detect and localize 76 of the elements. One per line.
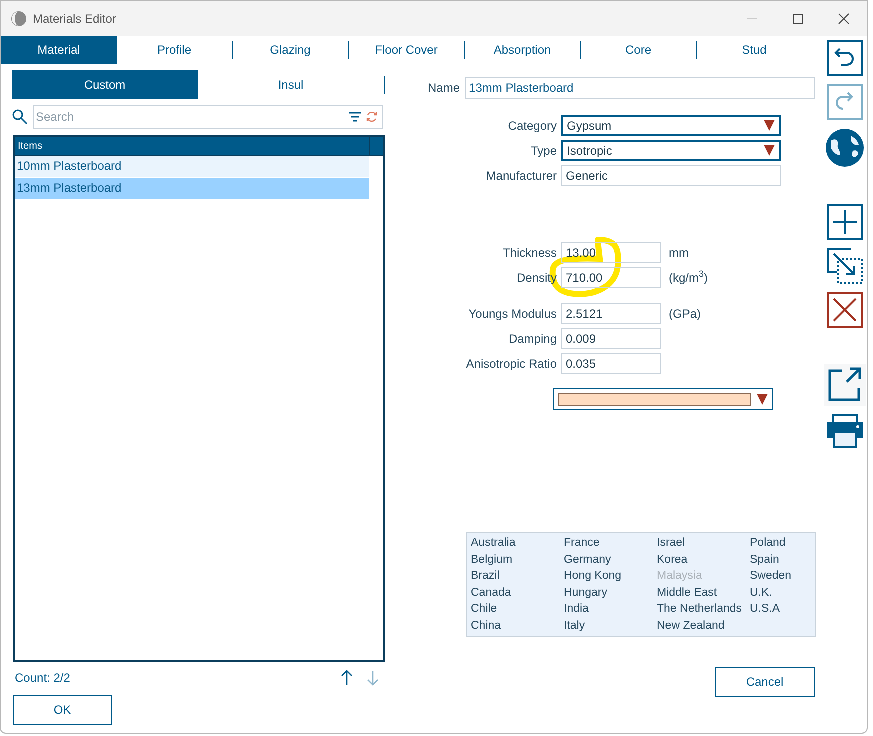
dropdown[interactable]: Gypsum xyxy=(561,115,781,136)
text-field[interactable]: Generic xyxy=(561,165,781,186)
dropdown-arrow-icon xyxy=(764,120,775,131)
column-header: Items xyxy=(17,140,44,154)
undo-icon[interactable] xyxy=(826,40,863,76)
refresh-icon[interactable] xyxy=(366,111,378,123)
search-field[interactable]: Search xyxy=(36,108,349,126)
country-item[interactable]: Israel xyxy=(657,535,750,552)
copy-icon[interactable] xyxy=(826,248,863,284)
country-item[interactable]: Canada xyxy=(471,584,564,601)
unit-label: (GPa) xyxy=(669,306,702,322)
cancel-button[interactable]: Cancel xyxy=(715,667,815,697)
list-item[interactable]: 10mm Plasterboard xyxy=(15,156,369,177)
number-field[interactable]: 2.5121 xyxy=(561,303,661,324)
tab[interactable]: Floor Cover xyxy=(349,36,464,64)
search-icon xyxy=(12,109,28,125)
tab[interactable]: Absorption xyxy=(465,36,580,64)
country-item[interactable]: France xyxy=(564,535,657,552)
country-item[interactable]: The Netherlands xyxy=(657,601,750,618)
country-item[interactable]: Hungary xyxy=(564,584,657,601)
country-item[interactable]: New Zealand xyxy=(657,618,750,634)
tab[interactable]: Stud xyxy=(697,36,812,64)
country-item[interactable]: U.K. xyxy=(750,584,811,601)
delete-icon[interactable] xyxy=(826,292,863,328)
number-field[interactable]: 0.035 xyxy=(561,353,661,374)
number-field[interactable]: 0.009 xyxy=(561,328,661,349)
unit-label: mm xyxy=(669,244,689,262)
field-label: Type xyxy=(530,142,557,160)
field-label: Manufacturer xyxy=(486,168,557,184)
tab[interactable]: Glazing xyxy=(233,36,348,64)
country-item[interactable]: Australia xyxy=(471,535,564,552)
country-item[interactable]: U.S.A xyxy=(750,601,811,618)
color-dropdown[interactable] xyxy=(553,388,773,410)
country-item[interactable]: Belgium xyxy=(471,552,564,568)
number-field[interactable]: 13.00 xyxy=(561,242,661,263)
field-label: Anisotropic Ratio xyxy=(466,356,557,372)
unit-label: (kg/m$^{3}$) xyxy=(669,268,708,286)
globe-icon[interactable] xyxy=(824,128,865,168)
country-item[interactable]: Sweden xyxy=(750,568,811,584)
filter-icon[interactable] xyxy=(349,112,361,122)
tab[interactable]: Core xyxy=(581,36,696,64)
dropdown-arrow-icon xyxy=(757,394,768,404)
country-item[interactable]: Chile xyxy=(471,601,564,618)
printer-icon[interactable] xyxy=(826,414,864,448)
tab[interactable]: Profile xyxy=(117,36,232,64)
count-label: Count: 2/2 xyxy=(15,670,70,687)
dropdown[interactable]: Isotropic xyxy=(561,140,781,161)
country-item[interactable]: Korea xyxy=(657,552,750,568)
country-item[interactable]: Germany xyxy=(564,552,657,568)
field-label: Youngs Modulus xyxy=(468,306,557,322)
field-label: Thickness xyxy=(502,244,557,262)
country-item[interactable]: Spain xyxy=(750,552,811,568)
tab[interactable]: Material xyxy=(1,36,117,64)
up-arrow-icon[interactable] xyxy=(341,670,353,686)
export-icon[interactable] xyxy=(824,364,866,406)
country-item[interactable]: Hong Kong xyxy=(564,568,657,584)
field-label: Name xyxy=(428,80,460,97)
country-item[interactable]: Poland xyxy=(750,535,811,552)
field-label: Damping xyxy=(508,330,557,348)
country-item[interactable]: Italy xyxy=(564,618,657,634)
country-item[interactable]: Middle East xyxy=(657,584,750,601)
search-box[interactable]: Search xyxy=(33,105,383,129)
window-title: Materials Editor xyxy=(33,10,116,28)
subtab[interactable]: Insul xyxy=(198,70,384,99)
app-logo-icon xyxy=(11,10,27,26)
country-item[interactable]: Brazil xyxy=(471,568,564,584)
dropdown-arrow-icon xyxy=(764,145,775,156)
country-item[interactable]: India xyxy=(564,601,657,618)
field-label: Category xyxy=(508,118,557,134)
name-field[interactable]: 13mm Plasterboard xyxy=(465,77,816,99)
ok-button[interactable]: OK xyxy=(13,695,112,725)
list-item[interactable]: 13mm Plasterboard xyxy=(15,178,369,199)
plus-icon[interactable] xyxy=(826,204,863,240)
subtab[interactable]: Custom xyxy=(12,70,198,99)
country-item[interactable]: China xyxy=(471,618,564,634)
number-field[interactable]: 710.00 xyxy=(561,267,661,288)
